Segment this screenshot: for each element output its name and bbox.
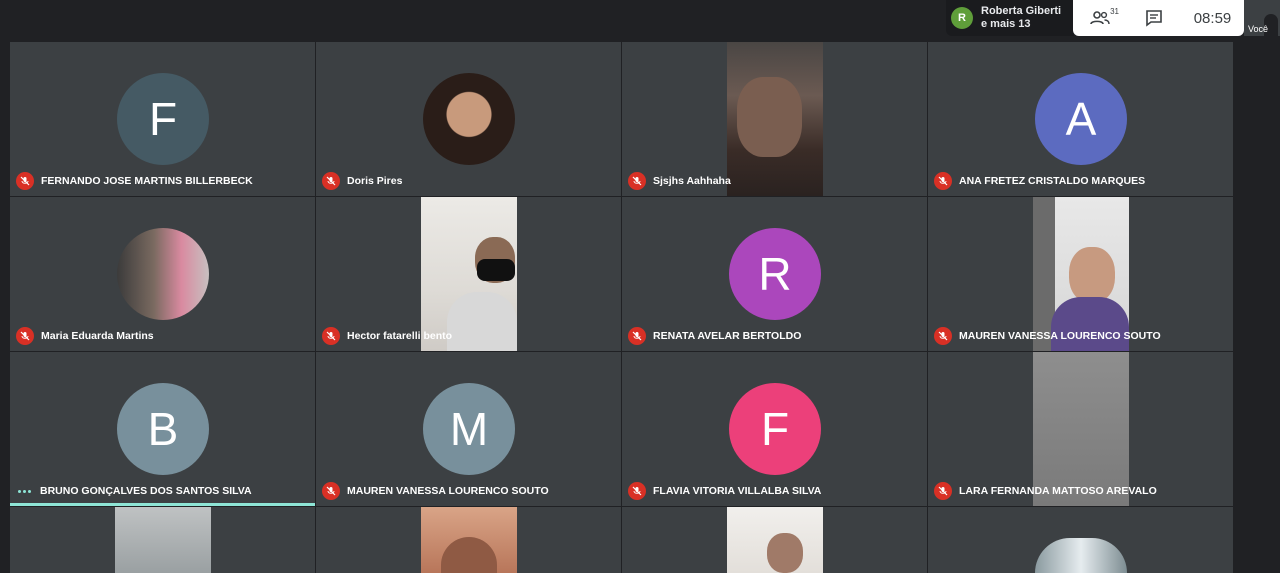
participant-tile[interactable]: Sjsjhs Aahhaha (622, 42, 927, 196)
participant-name: LARA FERNANDA MATTOSO AREVALO (959, 485, 1157, 497)
participant-photo (117, 228, 209, 320)
participant-tile[interactable]: M MAUREN VANESSA LOURENCO SOUTO (316, 352, 621, 506)
self-view[interactable]: Você (1244, 0, 1280, 36)
participant-photo (1035, 538, 1127, 573)
people-icon (1090, 11, 1110, 25)
participant-video (115, 507, 211, 573)
participant-tile[interactable] (928, 507, 1233, 573)
participant-name: Maria Eduarda Martins (41, 330, 154, 342)
mic-off-icon (322, 327, 340, 345)
participant-name: MAUREN VANESSA LOURENCO SOUTO (959, 330, 1161, 342)
presenter-more: e mais 13 (981, 18, 1031, 30)
participants-grid: F FERNANDO JOSE MARTINS BILLERBECK Doris… (10, 42, 1234, 573)
mic-off-icon (16, 327, 34, 345)
participant-name: ANA FRETEZ CRISTALDO MARQUES (959, 175, 1146, 187)
mic-off-icon (322, 482, 340, 500)
participant-name: Doris Pires (347, 175, 403, 187)
participant-name: FLAVIA VITORIA VILLALBA SILVA (653, 485, 822, 497)
participant-photo (423, 73, 515, 165)
participant-avatar: B (117, 383, 209, 475)
mic-off-icon (628, 482, 646, 500)
participant-tile-speaking[interactable]: B BRUNO GONÇALVES DOS SANTOS SILVA (10, 352, 315, 506)
participant-video (421, 507, 517, 573)
meeting-panel: 31 08:59 (1073, 0, 1244, 36)
top-bar: R Roberta Giberti e mais 13 31 08:59 Voc… (0, 0, 1280, 42)
participant-name: MAUREN VANESSA LOURENCO SOUTO (347, 485, 549, 497)
mic-off-icon (934, 327, 952, 345)
presenter-name: Roberta Giberti (981, 5, 1062, 17)
mic-off-icon (628, 327, 646, 345)
participant-tile[interactable] (316, 507, 621, 573)
speaking-indicator-icon (18, 489, 31, 493)
mic-off-icon (934, 482, 952, 500)
participant-name: RENATA AVELAR BERTOLDO (653, 330, 802, 342)
participant-tile[interactable] (10, 507, 315, 573)
participants-button[interactable]: 31 (1073, 0, 1127, 36)
participant-name: FERNANDO JOSE MARTINS BILLERBECK (41, 175, 253, 187)
participant-tile[interactable]: LARA FERNANDA MATTOSO AREVALO (928, 352, 1233, 506)
meeting-clock: 08:59 (1193, 9, 1232, 27)
participant-tile[interactable]: MAUREN VANESSA LOURENCO SOUTO (928, 197, 1233, 351)
participant-avatar: F (117, 73, 209, 165)
participant-tile[interactable]: Maria Eduarda Martins (10, 197, 315, 351)
mic-off-icon (322, 172, 340, 190)
participant-name: BRUNO GONÇALVES DOS SANTOS SILVA (40, 485, 252, 497)
participant-tile[interactable]: Doris Pires (316, 42, 621, 196)
self-label: Você (1248, 24, 1269, 34)
participant-tile[interactable]: A ANA FRETEZ CRISTALDO MARQUES (928, 42, 1233, 196)
mic-off-icon (934, 172, 952, 190)
participant-avatar: F (729, 383, 821, 475)
mic-off-icon (628, 172, 646, 190)
participants-count: 31 (1110, 7, 1119, 16)
participant-video (727, 42, 823, 196)
participant-tile[interactable] (622, 507, 927, 573)
chat-icon (1146, 10, 1162, 27)
mic-off-icon (16, 172, 34, 190)
participant-avatar: A (1035, 73, 1127, 165)
presenter-chip[interactable]: R Roberta Giberti e mais 13 (946, 0, 1074, 36)
participant-name: Hector fatarelli bento (347, 330, 453, 342)
participant-tile[interactable]: R RENATA AVELAR BERTOLDO (622, 197, 927, 351)
chat-button[interactable] (1127, 0, 1181, 36)
presenter-avatar: R (951, 7, 973, 29)
participant-avatar: M (423, 383, 515, 475)
participant-video (727, 507, 823, 573)
participant-tile[interactable]: F FLAVIA VITORIA VILLALBA SILVA (622, 352, 927, 506)
active-speaker-bar (10, 503, 315, 506)
participant-avatar: R (729, 228, 821, 320)
participant-tile[interactable]: Hector fatarelli bento (316, 197, 621, 351)
participant-tile[interactable]: F FERNANDO JOSE MARTINS BILLERBECK (10, 42, 315, 196)
participant-name: Sjsjhs Aahhaha (653, 175, 731, 187)
